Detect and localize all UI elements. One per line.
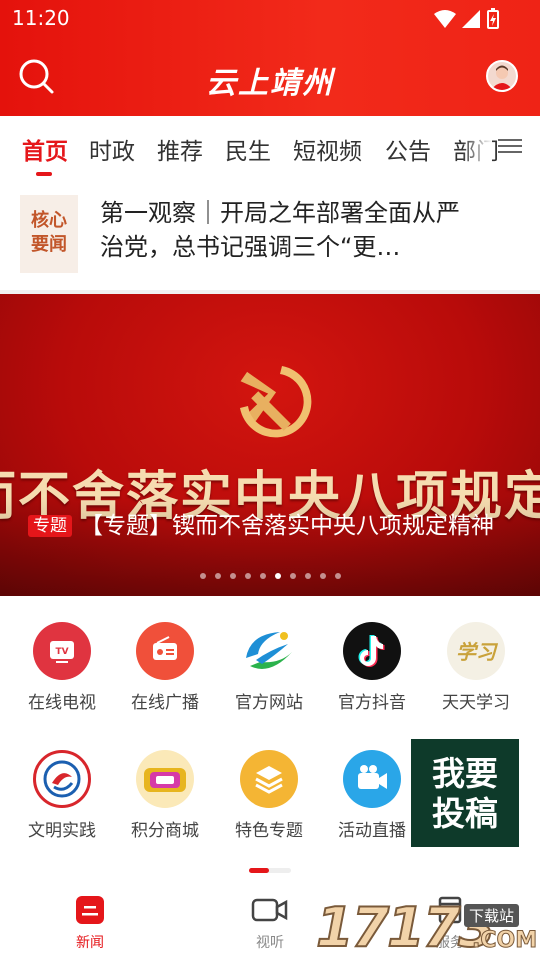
service-online-tv[interactable]: TV 在线电视 — [10, 622, 114, 713]
nav-video[interactable]: 视听 — [230, 894, 310, 952]
svg-text:TV: TV — [55, 647, 68, 657]
svg-text:学习: 学习 — [456, 640, 499, 664]
nav-video-label: 视听 — [256, 935, 284, 951]
douyin-icon — [343, 622, 401, 680]
live-camera-icon — [343, 750, 401, 808]
service-official-website[interactable]: 官方网站 — [217, 622, 321, 713]
headline-card[interactable]: 核心 要闻 第一观察｜开局之年部署全面从严治党，总书记强调三个“更… — [0, 182, 540, 292]
service-civilization-practice[interactable]: 文明实践 — [10, 750, 114, 841]
active-tab-indicator — [36, 172, 52, 176]
topic-banner[interactable]: 而不舍落实中央八项规定精 专题【专题】锲而不舍落实中央八项规定精神 — [0, 294, 540, 596]
channel-tabs: 首页 时政 推荐 民生 短视频 公告 部门 — [0, 116, 540, 180]
banner-shade — [0, 496, 540, 596]
service-featured-topics[interactable]: 特色专题 — [217, 750, 321, 841]
carousel-dot[interactable] — [214, 573, 221, 579]
nav-news-label: 新闻 — [76, 935, 104, 951]
banner-caption-text: 【专题】锲而不舍落实中央八项规定精神 — [80, 513, 494, 539]
points-mall-icon — [136, 750, 194, 808]
study-icon: 学习 — [447, 622, 505, 680]
headline-text[interactable]: 第一观察｜开局之年部署全面从严治党，总书记强调三个“更… — [100, 196, 480, 264]
carousel-dot[interactable] — [319, 573, 326, 579]
tab-home[interactable]: 首页 — [22, 132, 68, 166]
grid-page-indicator — [249, 868, 291, 873]
carousel-dot[interactable] — [199, 573, 206, 579]
site-watermark: 17173 下载站 .COM — [312, 895, 540, 960]
service-label: 文明实践 — [28, 821, 96, 841]
tab-recommend[interactable]: 推荐 — [157, 132, 203, 166]
carousel-dot[interactable] — [304, 573, 311, 579]
core-news-badge: 核心 要闻 — [20, 195, 78, 273]
banner-caption[interactable]: 专题 【专题】锲而不舍落实中央八项规定精神 — [28, 513, 518, 539]
layers-icon — [240, 750, 298, 808]
carousel-dot[interactable] — [244, 573, 251, 579]
tab-livelihood[interactable]: 民生 — [225, 132, 271, 166]
service-label: 在线电视 — [28, 693, 96, 713]
app-header: 11:20 云上靖州 — [0, 0, 540, 116]
service-official-douyin[interactable]: 官方抖音 — [320, 622, 424, 713]
carousel-dot[interactable] — [334, 573, 341, 579]
carousel-dot[interactable] — [274, 573, 281, 579]
menu-icon — [498, 139, 522, 141]
carousel-dot[interactable] — [289, 573, 296, 579]
service-daily-study[interactable]: 学习 天天学习 — [424, 622, 528, 713]
channel-menu-button[interactable] — [498, 135, 522, 159]
signal-icon — [462, 10, 480, 28]
tabs-fade — [462, 116, 492, 180]
tv-icon: TV — [33, 622, 91, 680]
news-icon — [76, 896, 104, 924]
avatar-icon — [491, 65, 513, 90]
service-label: 在线广播 — [131, 693, 199, 713]
service-points-mall[interactable]: 积分商城 — [113, 750, 217, 841]
service-event-live[interactable]: 活动直播 — [320, 750, 424, 841]
service-label: 活动直播 — [338, 821, 406, 841]
service-label: 积分商城 — [131, 821, 199, 841]
civilization-icon — [33, 750, 91, 808]
watermark-domain: .COM — [471, 928, 538, 954]
nav-news[interactable]: 新闻 — [50, 894, 130, 952]
status-icons — [432, 8, 502, 34]
topic-tag: 专题 — [28, 515, 72, 537]
carousel-indicator — [0, 573, 540, 579]
tab-politics[interactable]: 时政 — [89, 132, 135, 166]
website-logo-icon — [240, 622, 298, 680]
status-time: 11:20 — [12, 6, 70, 30]
service-online-radio[interactable]: 在线广播 — [113, 622, 217, 713]
wifi-icon — [434, 10, 456, 28]
tab-notice[interactable]: 公告 — [385, 132, 431, 166]
carousel-dot[interactable] — [229, 573, 236, 579]
party-emblem-icon — [240, 366, 312, 438]
service-label: 天天学习 — [442, 693, 510, 713]
service-label: 特色专题 — [235, 821, 303, 841]
tab-short-video[interactable]: 短视频 — [293, 132, 362, 166]
watermark-tag: 下载站 — [464, 904, 520, 927]
submit-article-button[interactable]: 我要 投稿 — [411, 739, 519, 847]
carousel-dot[interactable] — [259, 573, 266, 579]
user-avatar[interactable] — [486, 60, 518, 92]
video-icon — [251, 898, 288, 922]
service-label: 官方网站 — [235, 693, 303, 713]
radio-icon — [136, 622, 194, 680]
status-bar: 11:20 — [0, 0, 540, 36]
service-label: 官方抖音 — [338, 693, 406, 713]
app-title: 云上靖州 — [206, 66, 334, 101]
